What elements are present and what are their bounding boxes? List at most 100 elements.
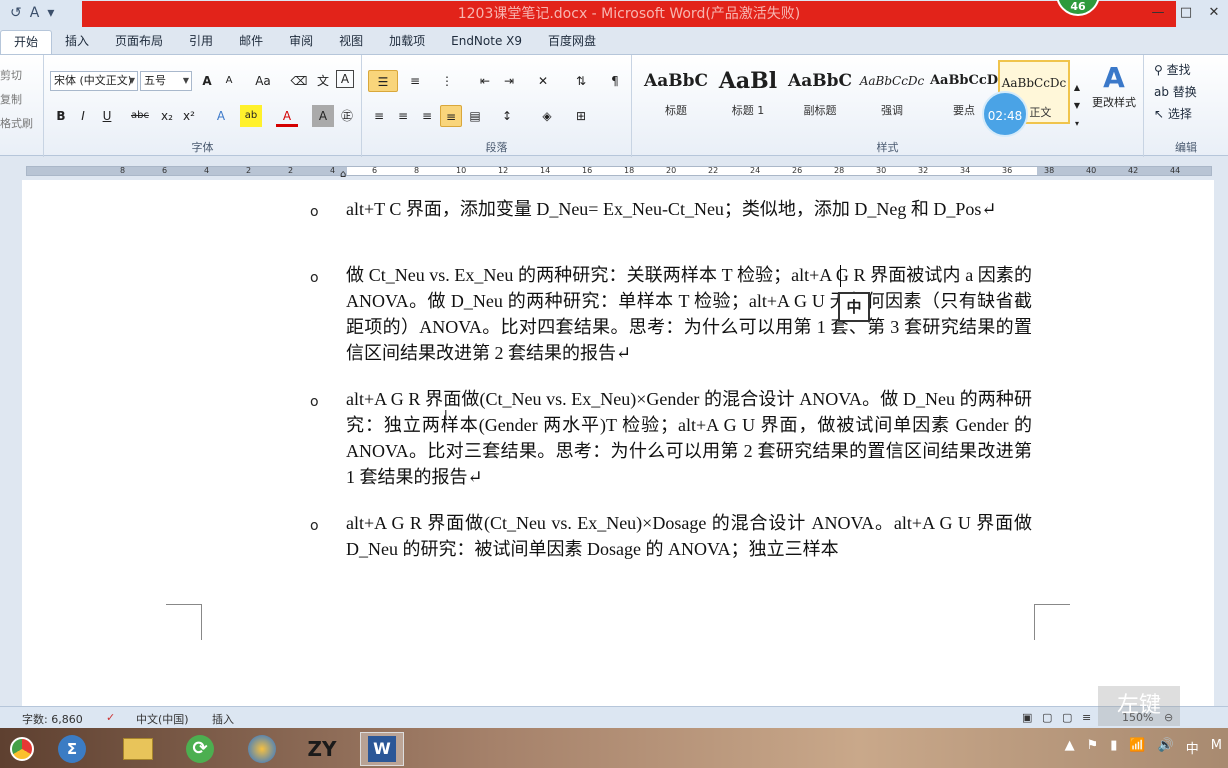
find-button[interactable]: ⚲ 查找 — [1154, 61, 1191, 78]
list-item[interactable]: alt+A G R 界面做(Ct_Neu vs. Ex_Neu)×Gender … — [346, 386, 1032, 490]
increase-indent-icon[interactable]: ⇥ — [498, 70, 520, 92]
language[interactable]: 中文(中国) — [136, 711, 189, 727]
tab-view[interactable]: 视图 — [326, 30, 376, 54]
style-heading-1[interactable]: AaBl 标题 1 — [712, 60, 784, 124]
tab-addins[interactable]: 加载项 — [376, 30, 438, 54]
shading-icon[interactable]: ◈ — [536, 105, 558, 127]
volume-icon[interactable]: 🔊 — [1158, 738, 1174, 757]
text-effects-button[interactable]: A — [210, 105, 232, 127]
align-center-icon[interactable]: ≡ — [392, 105, 414, 127]
tab-page-layout[interactable]: 页面布局 — [102, 30, 176, 54]
browser-icon[interactable] — [240, 732, 284, 766]
battery-icon[interactable]: ▮ — [1110, 738, 1117, 757]
numbering-icon[interactable]: ≡ — [404, 70, 426, 92]
char-border-icon[interactable]: A — [336, 70, 354, 88]
close-button[interactable]: ✕ — [1200, 0, 1228, 28]
sort-icon[interactable]: ⇅ — [570, 70, 592, 92]
network-icon[interactable]: 📶 — [1129, 738, 1145, 757]
full-screen-icon[interactable]: ▢ — [1042, 711, 1052, 724]
change-styles-icon: A — [1103, 61, 1125, 94]
ruler-number: 10 — [456, 166, 467, 175]
shrink-font-button[interactable]: A — [218, 70, 240, 92]
chrome-icon[interactable] — [0, 732, 44, 766]
ime-mode-icon[interactable]: M — [1211, 738, 1222, 757]
copy-button[interactable]: 复制 — [0, 91, 22, 107]
font-size-value: 五号 — [144, 74, 166, 87]
select-label: 选择 — [1167, 107, 1192, 121]
print-layout-icon[interactable]: ▣ — [1022, 711, 1032, 724]
show-marks-icon[interactable]: ¶ — [604, 70, 626, 92]
list-item[interactable]: 做 Ct_Neu vs. Ex_Neu 的两种研究：关联两样本 T 检验；alt… — [346, 262, 1032, 366]
ime-indicator[interactable]: 中 — [838, 292, 870, 322]
undo-icon[interactable]: ↺ — [10, 5, 22, 21]
format-painter-button[interactable]: 格式刷 — [0, 115, 33, 131]
phonetic-guide-icon[interactable]: 文 — [312, 70, 334, 92]
cut-button[interactable]: 剪切 — [0, 67, 22, 83]
font-name-combo[interactable]: 宋体 (中文正文) ▼ — [50, 71, 138, 91]
ruler-right-margin — [1037, 167, 1211, 175]
tab-insert[interactable]: 插入 — [52, 30, 102, 54]
horizontal-ruler[interactable]: 8 6 4 2 2 4 6 8 10 12 14 16 18 20 22 24 26 28 30 32 34 36 38 40… — [0, 158, 1228, 180]
enclose-char-icon[interactable]: ㊣ — [336, 105, 358, 127]
multilevel-list-icon[interactable]: ⋮ — [436, 70, 458, 92]
asian-layout-icon[interactable]: ✕ — [532, 70, 554, 92]
font-size-combo[interactable]: 五号 ▼ — [140, 71, 192, 91]
input-language-icon[interactable]: 中 — [1186, 738, 1199, 757]
highlight-button[interactable]: ab — [240, 105, 262, 127]
tab-references[interactable]: 引用 — [176, 30, 226, 54]
decrease-indent-icon[interactable]: ⇤ — [474, 70, 496, 92]
style-emphasis[interactable]: AaBbCcDc 强调 — [856, 60, 928, 124]
bullets-button[interactable]: ☰ — [368, 70, 398, 92]
file-explorer-icon[interactable] — [116, 732, 160, 766]
style-title[interactable]: AaBbC 标题 — [640, 60, 712, 124]
char-shading-button[interactable]: A — [312, 105, 334, 127]
font-group-label: 字体 — [191, 141, 214, 154]
maximize-button[interactable]: □ — [1172, 0, 1200, 28]
select-button[interactable]: ↖ 选择 — [1154, 105, 1192, 122]
zy-app-icon[interactable]: ZY — [300, 732, 344, 766]
superscript-button[interactable]: x² — [178, 105, 200, 127]
tab-endnote[interactable]: EndNote X9 — [438, 30, 535, 54]
justify-icon[interactable]: ≡ — [440, 105, 462, 127]
web-layout-icon[interactable]: ▢ — [1062, 711, 1072, 724]
list-item[interactable]: alt+A G R 界面做(Ct_Neu vs. Ex_Neu)×Dosage … — [346, 510, 1032, 564]
word-icon[interactable]: W — [360, 732, 404, 766]
style-gallery-scroll[interactable]: ▲ ▼ ▾ — [1070, 79, 1084, 135]
minimize-button[interactable]: — — [1144, 0, 1172, 28]
indent-marker-icon[interactable]: ⌂ — [340, 169, 346, 180]
underline-button[interactable]: U — [96, 105, 118, 127]
tab-mailings[interactable]: 邮件 — [226, 30, 276, 54]
tab-review[interactable]: 审阅 — [276, 30, 326, 54]
spelling-icon[interactable]: A — [30, 5, 40, 21]
align-left-icon[interactable]: ≡ — [368, 105, 390, 127]
borders-icon[interactable]: ⊞ — [570, 105, 592, 127]
tray-expand-icon[interactable]: ▲ — [1065, 738, 1075, 757]
font-name-value: 宋体 (中文正文) — [54, 74, 133, 87]
distributed-icon[interactable]: ▤ — [464, 105, 486, 127]
insert-mode[interactable]: 插入 — [212, 711, 234, 727]
grow-font-button[interactable]: A — [196, 70, 218, 92]
list-item[interactable]: alt+T C 界面，添加变量 D_Neu= Ex_Neu-Ct_Neu；类似地… — [346, 196, 1032, 222]
outline-icon[interactable]: ≡ — [1082, 711, 1091, 724]
customize-qat-icon[interactable]: ▾ — [47, 5, 54, 21]
refresh-app-icon[interactable]: ⟳ — [178, 732, 222, 766]
word-count[interactable]: 字数: 6,860 — [22, 711, 83, 727]
action-center-icon[interactable]: ⚑ — [1087, 738, 1099, 757]
strikethrough-button[interactable]: abc — [126, 105, 154, 127]
bold-button[interactable]: B — [50, 105, 72, 127]
clear-format-icon[interactable]: ⌫ — [288, 70, 310, 92]
replace-button[interactable]: ab 替换 — [1154, 83, 1197, 100]
italic-button[interactable]: I — [72, 105, 94, 127]
style-subtitle[interactable]: AaBbC 副标题 — [784, 60, 856, 124]
change-case-button[interactable]: Aa — [248, 70, 278, 92]
line-spacing-icon[interactable]: ↕ — [496, 105, 518, 127]
change-styles-button[interactable]: A 更改样式 — [1088, 61, 1140, 110]
subscript-button[interactable]: x₂ — [156, 105, 178, 127]
font-color-button[interactable]: A — [276, 105, 298, 127]
align-right-icon[interactable]: ≡ — [416, 105, 438, 127]
tab-baidu-netdisk[interactable]: 百度网盘 — [535, 30, 609, 54]
sigma-app-icon[interactable]: Σ — [50, 732, 94, 766]
proofing-icon[interactable]: ✓ — [106, 711, 115, 724]
tab-home[interactable]: 开始 — [0, 30, 53, 54]
ribbon: 剪切 复制 格式刷 宋体 (中文正文) ▼ 五号 ▼ A A Aa ⌫ 文 A B … — [0, 54, 1228, 157]
